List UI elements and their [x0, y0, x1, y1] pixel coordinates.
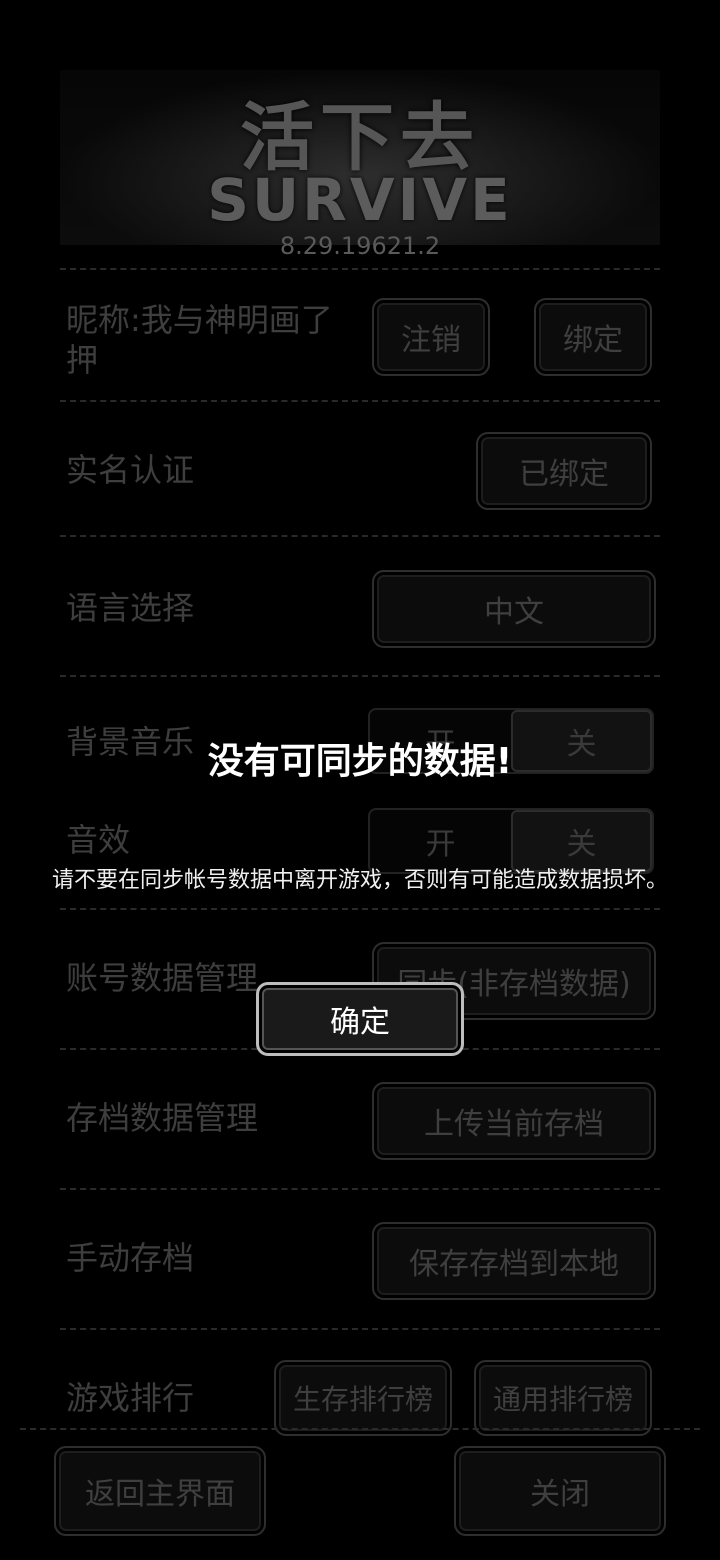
- close-button[interactable]: 关闭: [454, 1446, 666, 1536]
- divider: [60, 675, 660, 677]
- language-select[interactable]: 中文: [372, 570, 656, 648]
- divider: [60, 1188, 660, 1190]
- divider: [60, 1328, 660, 1330]
- logo-title-en: SURVIVE: [207, 166, 513, 234]
- divider: [60, 535, 660, 537]
- account-data-label: 账号数据管理: [66, 959, 259, 997]
- ranking-label: 游戏排行: [66, 1379, 195, 1417]
- real-name-label: 实名认证: [66, 451, 195, 489]
- general-ranking-button[interactable]: 通用排行榜: [474, 1360, 652, 1436]
- dialog-message: 请不要在同步帐号数据中离开游戏，否则有可能造成数据损坏。: [51, 868, 668, 893]
- nickname-label: 昵称:我与神明画了押: [66, 301, 333, 379]
- confirm-button[interactable]: 确定: [256, 982, 464, 1056]
- sfx-label: 音效: [66, 821, 131, 859]
- real-name-status-button[interactable]: 已绑定: [476, 432, 652, 510]
- bind-button[interactable]: 绑定: [534, 298, 652, 376]
- back-to-main-button[interactable]: 返回主界面: [54, 1446, 266, 1536]
- save-local-button[interactable]: 保存存档到本地: [372, 1222, 656, 1300]
- game-logo: 活下去 SURVIVE: [60, 70, 660, 245]
- language-label: 语言选择: [66, 589, 195, 627]
- divider: [60, 908, 660, 910]
- footer-divider: [20, 1428, 700, 1430]
- save-data-label: 存档数据管理: [66, 1099, 259, 1137]
- dialog-title: 没有可同步的数据!: [207, 741, 513, 782]
- survival-ranking-button[interactable]: 生存排行榜: [274, 1360, 452, 1436]
- divider: [60, 268, 660, 270]
- divider: [60, 400, 660, 402]
- version-label: 8.29.19621.2: [279, 232, 441, 260]
- upload-save-button[interactable]: 上传当前存档: [372, 1082, 656, 1160]
- logout-button[interactable]: 注销: [372, 298, 490, 376]
- manual-save-label: 手动存档: [66, 1239, 195, 1277]
